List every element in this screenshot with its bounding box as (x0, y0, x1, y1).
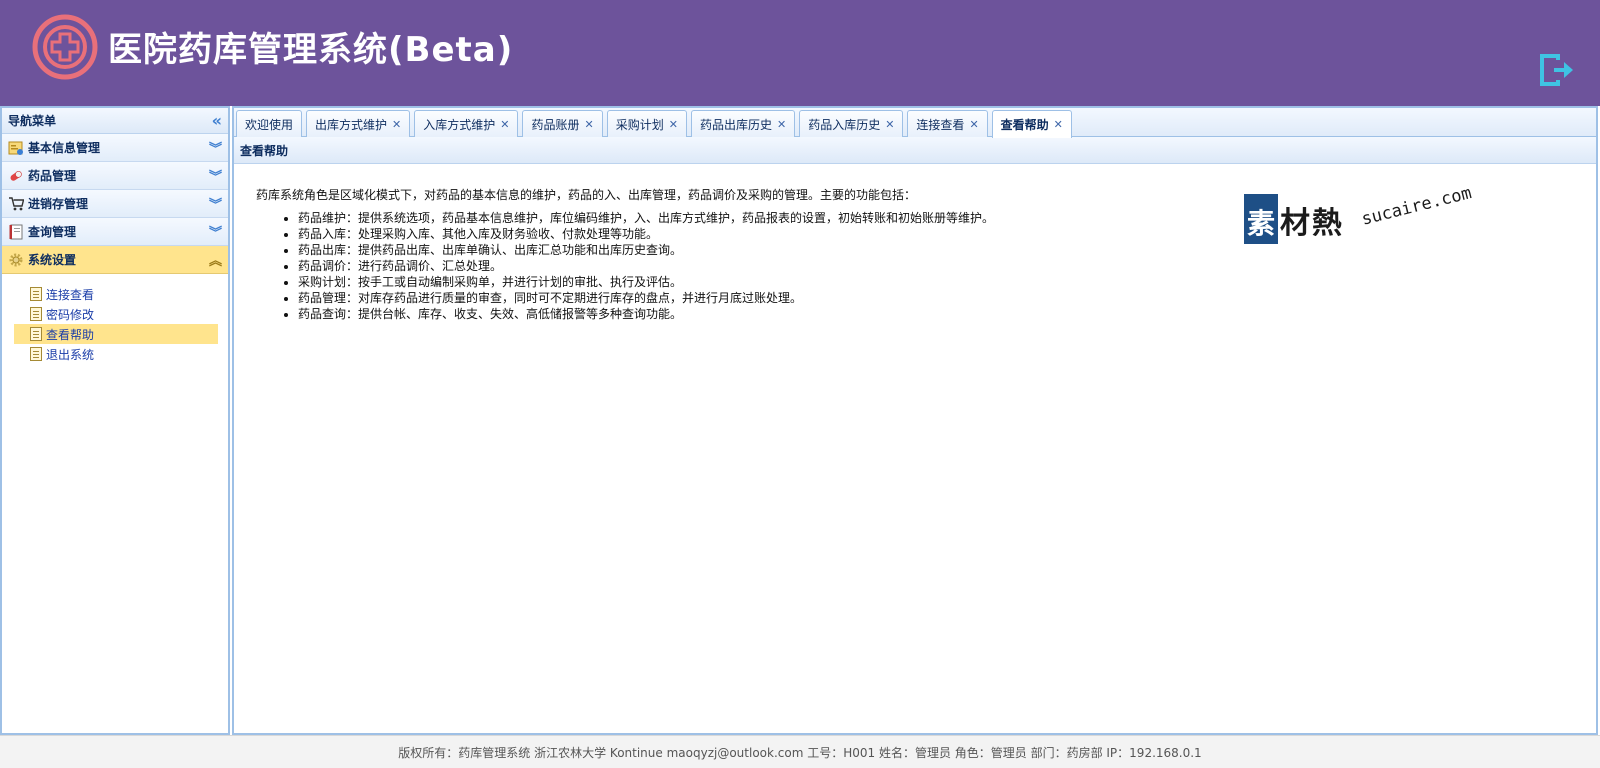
tab-outbound-method[interactable]: 出库方式维护 ✕ (306, 110, 411, 137)
close-icon[interactable]: ✕ (585, 118, 594, 131)
cart-icon (9, 196, 24, 210)
tab-label: 入库方式维护 (423, 117, 496, 132)
help-content: 药库系统角色是区域化模式下，对药品的基本信息的维护，药品的入、出库管理，药品调价… (234, 164, 1596, 322)
sub-item-connection-view[interactable]: 连接查看 (14, 284, 218, 304)
watermark-logo: 素 材熱 sucaire.com (1244, 183, 1484, 254)
collapse-sidebar-icon[interactable]: « (212, 111, 222, 130)
document-icon (30, 307, 42, 321)
menu-group-label: 进销存管理 (28, 197, 89, 211)
document-icon (30, 327, 42, 341)
close-icon[interactable]: ✕ (669, 118, 678, 131)
sub-item-change-password[interactable]: 密码修改 (14, 304, 218, 324)
close-icon[interactable]: ✕ (500, 118, 509, 131)
chevron-down-icon: ︾ (208, 142, 222, 157)
menu-group-inventory[interactable]: 进销存管理 ︾ (2, 190, 228, 218)
tab-label: 欢迎使用 (245, 117, 294, 132)
chevron-up-icon: ︽ (208, 254, 222, 269)
footer: 版权所有：药库管理系统 浙江农林大学 Kontinue maoqyzj@outl… (0, 735, 1600, 768)
sub-item-label: 密码修改 (46, 307, 95, 322)
list-item: 药品管理：对库存药品进行质量的审查，同时可不定期进行库存的盘点，并进行月底过账处… (298, 290, 1596, 306)
tab-outbound-history[interactable]: 药品出库历史 ✕ (690, 110, 796, 137)
menu-group-label: 基本信息管理 (28, 141, 101, 155)
panel-title: 查看帮助 (234, 137, 1596, 164)
nav-title: 导航菜单 (8, 114, 57, 128)
close-icon[interactable]: ✕ (885, 118, 894, 131)
tab-label: 药品出库历史 (699, 117, 772, 132)
document-icon (30, 287, 42, 301)
medical-cross-icon (32, 14, 98, 80)
tab-inbound-history[interactable]: 药品入库历史 ✕ (799, 110, 904, 137)
sub-item-label: 查看帮助 (46, 327, 95, 342)
watermark-box-char: 素 (1247, 207, 1276, 240)
menu-group-system-settings[interactable]: 系统设置 ︽ (2, 246, 228, 274)
list-item: 采购计划：按手工或自动编制采购单，并进行计划的审批、执行及评估。 (298, 274, 1596, 290)
menu-group-label: 系统设置 (28, 253, 77, 267)
menu-group-label: 查询管理 (28, 225, 77, 239)
footer-text: 版权所有：药库管理系统 浙江农林大学 Kontinue maoqyzj@outl… (398, 745, 1202, 760)
tab-inbound-method[interactable]: 入库方式维护 ✕ (414, 110, 519, 137)
navigation-sidebar: 导航菜单 « 基本信息管理 ︾ 药品管理 ︾ 进销存管理 ︾ 查询管理 ︾ 系统… (0, 106, 230, 735)
close-icon[interactable]: ✕ (392, 118, 401, 131)
tab-label: 药品入库历史 (808, 117, 881, 132)
chevron-down-icon: ︾ (208, 170, 222, 185)
notebook-icon (9, 224, 23, 239)
list-item: 药品调价：进行药品调价、汇总处理。 (298, 258, 1596, 274)
pill-icon (10, 170, 22, 181)
sub-item-view-help[interactable]: 查看帮助 (14, 324, 218, 344)
nav-header: 导航菜单 « (2, 108, 228, 134)
list-item: 药品查询：提供台帐、库存、收支、失效、高低储报警等多种查询功能。 (298, 306, 1596, 322)
sub-item-label: 退出系统 (46, 347, 95, 362)
tab-welcome[interactable]: 欢迎使用 (236, 110, 303, 137)
tab-bar: 欢迎使用 出库方式维护 ✕ 入库方式维护 ✕ 药品账册 ✕ 采购计划 ✕ 药品出… (234, 108, 1596, 138)
chevron-down-icon: ︾ (208, 198, 222, 213)
close-icon[interactable]: ✕ (1054, 118, 1063, 131)
sub-item-exit-system[interactable]: 退出系统 (14, 344, 218, 364)
document-icon (30, 347, 42, 361)
system-settings-submenu: 连接查看 密码修改 查看帮助 退出系统 (2, 274, 228, 364)
watermark-en-text: sucaire.com (1359, 183, 1474, 230)
chevron-down-icon: ︾ (208, 226, 222, 241)
tab-purchase-plan[interactable]: 采购计划 ✕ (606, 110, 687, 137)
tab-connection-view[interactable]: 连接查看 ✕ (907, 110, 988, 137)
watermark-cn-text: 材熱 (1280, 206, 1344, 241)
menu-group-query[interactable]: 查询管理 ︾ (2, 218, 228, 246)
menu-group-basic-info[interactable]: 基本信息管理 ︾ (2, 134, 228, 162)
gear-icon (9, 253, 23, 266)
app-title: 医院药库管理系统(Beta) (108, 30, 514, 70)
menu-group-label: 药品管理 (28, 169, 77, 183)
tab-label: 查看帮助 (1000, 118, 1049, 132)
logout-icon[interactable] (1540, 52, 1576, 88)
tab-label: 连接查看 (916, 117, 965, 132)
watermark-box: 素 (1244, 194, 1278, 244)
main-area: 欢迎使用 出库方式维护 ✕ 入库方式维护 ✕ 药品账册 ✕ 采购计划 ✕ 药品出… (232, 106, 1598, 735)
tab-drug-ledger[interactable]: 药品账册 ✕ (522, 110, 603, 137)
sub-item-label: 连接查看 (46, 287, 95, 302)
tab-label: 药品账册 (531, 117, 580, 132)
tab-label: 采购计划 (615, 117, 664, 132)
app-header: 医院药库管理系统(Beta) (0, 0, 1600, 106)
info-card-icon (8, 141, 23, 155)
tab-view-help[interactable]: 查看帮助 ✕ (991, 110, 1072, 138)
close-icon[interactable]: ✕ (777, 118, 786, 131)
close-icon[interactable]: ✕ (969, 118, 978, 131)
menu-group-drug-management[interactable]: 药品管理 ︾ (2, 162, 228, 190)
tab-label: 出库方式维护 (315, 117, 388, 132)
